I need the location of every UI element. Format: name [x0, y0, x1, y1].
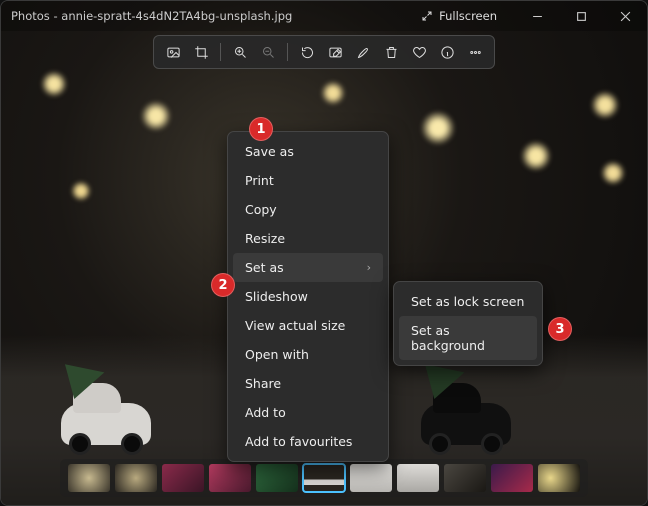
- delete-icon[interactable]: [378, 40, 404, 64]
- menu-item-label: Add to: [245, 405, 286, 420]
- bokeh-light: [601, 161, 625, 185]
- submenu-item-label: Set as background: [411, 323, 525, 353]
- titlebar: Photos - annie-spratt-4s4dN2TA4bg-unspla…: [1, 1, 647, 31]
- menu-item-view-actual-size[interactable]: View actual size: [233, 311, 383, 340]
- close-button[interactable]: [603, 1, 647, 31]
- menu-item-label: Set as: [245, 260, 284, 275]
- menu-item-slideshow[interactable]: Slideshow: [233, 282, 383, 311]
- edit-image-icon[interactable]: [322, 40, 348, 64]
- photo-subject-car-black: [421, 403, 511, 445]
- filmstrip-thumbnail[interactable]: [68, 464, 110, 492]
- menu-item-resize[interactable]: Resize: [233, 224, 383, 253]
- close-icon: [620, 11, 631, 22]
- bokeh-light: [591, 91, 619, 119]
- menu-item-copy[interactable]: Copy: [233, 195, 383, 224]
- menu-item-label: Slideshow: [245, 289, 308, 304]
- app-title: Photos - annie-spratt-4s4dN2TA4bg-unspla…: [11, 9, 292, 23]
- bokeh-light: [321, 81, 345, 105]
- filmstrip-thumbnail[interactable]: [303, 464, 345, 492]
- menu-item-label: Add to favourites: [245, 434, 352, 449]
- minimize-icon: [532, 11, 543, 22]
- filmstrip-thumbnail[interactable]: [350, 464, 392, 492]
- window-controls: [515, 1, 647, 31]
- more-icon[interactable]: [462, 40, 488, 64]
- filmstrip-thumbnail[interactable]: [209, 464, 251, 492]
- callout-badge-1: 1: [249, 117, 273, 141]
- zoom-in-icon[interactable]: [227, 40, 253, 64]
- context-submenu-set-as: Set as lock screen Set as background: [393, 281, 543, 366]
- submenu-item-label: Set as lock screen: [411, 294, 524, 309]
- submenu-item-set-as-background[interactable]: Set as background: [399, 316, 537, 360]
- toolbar-separator: [287, 43, 288, 61]
- menu-item-label: Share: [245, 376, 281, 391]
- filmstrip-thumbnail[interactable]: [162, 464, 204, 492]
- filmstrip-thumbnail[interactable]: [444, 464, 486, 492]
- menu-item-save-as[interactable]: Save as: [233, 137, 383, 166]
- menu-item-print[interactable]: Print: [233, 166, 383, 195]
- bokeh-light: [71, 181, 91, 201]
- bokeh-light: [421, 111, 455, 145]
- menu-item-add-to-favourites[interactable]: Add to favourites: [233, 427, 383, 456]
- menu-item-add-to[interactable]: Add to: [233, 398, 383, 427]
- info-icon[interactable]: [434, 40, 460, 64]
- maximize-icon: [576, 11, 587, 22]
- minimize-button[interactable]: [515, 1, 559, 31]
- photo-subject-car-white: [61, 403, 151, 445]
- menu-item-label: View actual size: [245, 318, 345, 333]
- bokeh-light: [521, 141, 551, 171]
- filmstrip: [60, 459, 588, 497]
- filmstrip-thumbnail[interactable]: [491, 464, 533, 492]
- markup-icon[interactable]: [350, 40, 376, 64]
- bokeh-light: [141, 101, 171, 131]
- menu-item-open-with[interactable]: Open with: [233, 340, 383, 369]
- chevron-right-icon: ›: [367, 261, 371, 274]
- image-icon[interactable]: [160, 40, 186, 64]
- rotate-icon[interactable]: [294, 40, 320, 64]
- filmstrip-thumbnail[interactable]: [538, 464, 580, 492]
- menu-item-set-as[interactable]: Set as ›: [233, 253, 383, 282]
- bokeh-light: [41, 71, 67, 97]
- menu-item-label: Print: [245, 173, 274, 188]
- zoom-out-icon[interactable]: [255, 40, 281, 64]
- filmstrip-thumbnail[interactable]: [397, 464, 439, 492]
- maximize-button[interactable]: [559, 1, 603, 31]
- favourite-icon[interactable]: [406, 40, 432, 64]
- menu-item-label: Save as: [245, 144, 294, 159]
- fullscreen-button[interactable]: Fullscreen: [411, 5, 507, 27]
- callout-badge-3: 3: [548, 317, 572, 341]
- fullscreen-label: Fullscreen: [439, 9, 497, 23]
- submenu-item-set-as-lock-screen[interactable]: Set as lock screen: [399, 287, 537, 316]
- filmstrip-thumbnail[interactable]: [256, 464, 298, 492]
- toolbar-separator: [220, 43, 221, 61]
- filmstrip-thumbnail[interactable]: [115, 464, 157, 492]
- menu-item-label: Open with: [245, 347, 309, 362]
- menu-item-share[interactable]: Share: [233, 369, 383, 398]
- menu-item-label: Resize: [245, 231, 285, 246]
- context-menu: Save as Print Copy Resize Set as › Slideshow Vi…: [227, 131, 389, 462]
- photo-toolbar: [153, 35, 495, 69]
- fullscreen-icon: [421, 10, 433, 22]
- menu-item-label: Copy: [245, 202, 277, 217]
- photos-app-window: Photos - annie-spratt-4s4dN2TA4bg-unspla…: [0, 0, 648, 506]
- callout-badge-2: 2: [211, 273, 235, 297]
- crop-icon[interactable]: [188, 40, 214, 64]
